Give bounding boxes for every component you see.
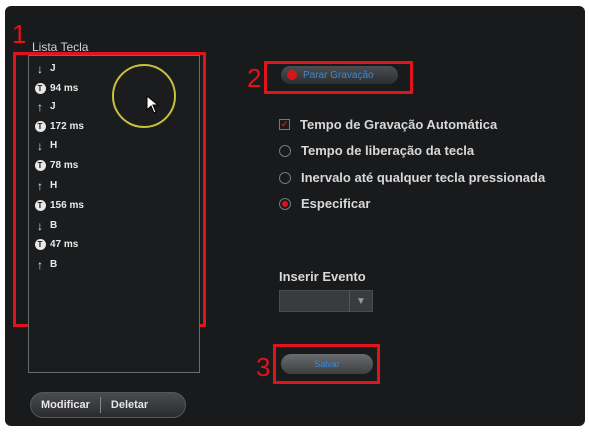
- stop-recording-label: Parar Gravação: [303, 69, 374, 81]
- arrow-down-icon: ↓: [37, 218, 43, 233]
- list-item[interactable]: T 156 ms: [34, 197, 84, 214]
- list-item[interactable]: T 172 ms: [34, 118, 84, 135]
- event-text: 172 ms: [50, 121, 84, 132]
- callout-number-3: 3: [256, 352, 271, 382]
- list-item[interactable]: T 47 ms: [34, 236, 78, 253]
- list-action-buttons: Modificar Deletar: [30, 392, 186, 418]
- arrow-down-icon: ↓: [37, 138, 43, 153]
- interval-radio[interactable]: [279, 171, 291, 184]
- arrow-down-icon: ↓: [37, 61, 43, 76]
- chevron-down-icon[interactable]: ▼: [349, 291, 372, 311]
- list-item[interactable]: T 78 ms: [34, 157, 78, 174]
- timer-icon: T: [34, 200, 46, 212]
- option-label: Inervalo até qualquer tecla pressionada: [301, 170, 546, 185]
- arrow-up-icon: ↑: [37, 99, 43, 114]
- stop-recording-button[interactable]: Parar Gravação: [281, 66, 398, 84]
- timer-icon: T: [34, 83, 46, 95]
- event-text: B: [50, 220, 58, 231]
- button-divider: [99, 397, 101, 413]
- option-label: Tempo de liberação da tecla: [301, 143, 475, 158]
- list-item[interactable]: T 94 ms: [34, 80, 78, 97]
- event-text: H: [50, 140, 58, 151]
- key-list-label: Lista Tecla: [32, 40, 89, 54]
- timer-icon: T: [34, 239, 46, 251]
- list-item[interactable]: ↑ H: [34, 177, 57, 194]
- option-auto-record[interactable]: ✓ Tempo de Gravação Automática: [279, 117, 497, 132]
- callout-number-2: 2: [247, 63, 262, 93]
- insert-event-label: Inserir Evento: [279, 269, 366, 284]
- auto-record-checkbox[interactable]: ✓: [279, 119, 290, 130]
- list-item[interactable]: ↓ H: [34, 137, 57, 154]
- insert-event-value: [280, 291, 349, 311]
- option-label: Tempo de Gravação Automática: [300, 117, 498, 132]
- specify-radio[interactable]: [279, 197, 291, 210]
- timer-icon: T: [34, 121, 46, 133]
- option-label: Especificar: [301, 196, 371, 211]
- callout-number-1: 1: [12, 19, 27, 49]
- modify-button[interactable]: Modificar: [41, 399, 90, 411]
- insert-event-select[interactable]: ▼: [279, 290, 373, 312]
- option-key-release[interactable]: Tempo de liberação da tecla: [279, 143, 474, 158]
- list-item[interactable]: ↑ J: [34, 98, 56, 115]
- save-button[interactable]: Salvar: [281, 354, 373, 374]
- event-text: 78 ms: [50, 160, 79, 171]
- cursor-highlight-ring: [112, 64, 176, 128]
- event-text: J: [50, 101, 56, 112]
- record-dot-icon: [287, 70, 297, 80]
- list-item[interactable]: ↑ B: [34, 256, 57, 273]
- list-item[interactable]: ↓ J: [34, 60, 56, 77]
- save-button-label: Salvar: [314, 359, 340, 369]
- key-release-radio[interactable]: [279, 144, 291, 157]
- arrow-up-icon: ↑: [37, 257, 43, 272]
- event-text: H: [50, 180, 58, 191]
- arrow-up-icon: ↑: [37, 178, 43, 193]
- delete-button[interactable]: Deletar: [111, 399, 148, 411]
- event-text: 94 ms: [50, 83, 79, 94]
- timer-icon: T: [34, 160, 46, 172]
- event-text: J: [50, 63, 56, 74]
- event-text: B: [50, 259, 58, 270]
- option-specify[interactable]: Especificar: [279, 196, 370, 211]
- list-item[interactable]: ↓ B: [34, 217, 57, 234]
- mouse-pointer-icon: [146, 95, 160, 114]
- option-interval[interactable]: Inervalo até qualquer tecla pressionada: [279, 170, 545, 185]
- event-text: 156 ms: [50, 200, 84, 211]
- event-text: 47 ms: [50, 239, 79, 250]
